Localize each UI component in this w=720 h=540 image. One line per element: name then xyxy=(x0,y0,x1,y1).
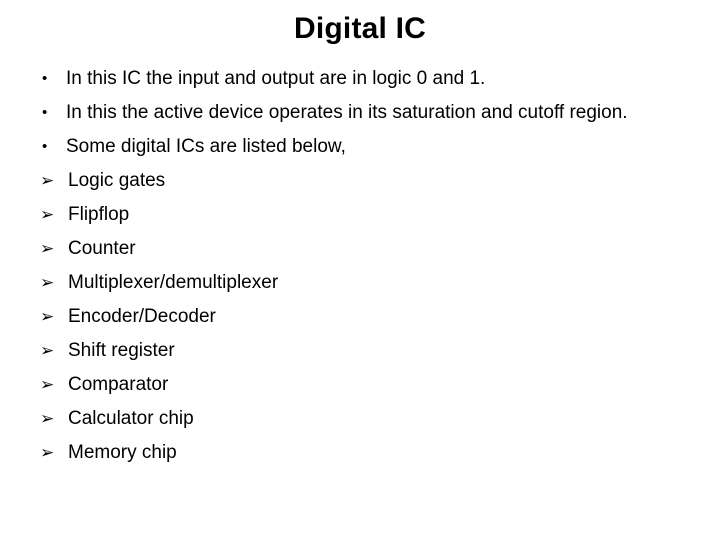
list-item: • In this IC the input and output are in … xyxy=(0,62,720,96)
bullet-dot-icon: • xyxy=(42,70,48,87)
arrowhead-bullet-icon: ➢ xyxy=(40,239,55,258)
list-item-label: Some digital ICs are listed below, xyxy=(66,136,346,157)
list-item-label: Logic gates xyxy=(68,170,166,191)
list-item: ➢ Logic gates xyxy=(0,164,720,198)
arrowhead-bullet-icon: ➢ xyxy=(40,375,55,394)
list-item: ➢ Comparator xyxy=(0,368,720,402)
arrowhead-bullet-icon: ➢ xyxy=(40,443,55,462)
list-item: ➢ Calculator chip xyxy=(0,402,720,436)
content-list: • In this IC the input and output are in … xyxy=(0,62,720,470)
arrowhead-bullet-icon: ➢ xyxy=(40,307,55,326)
bullet-dot-icon: • xyxy=(42,138,48,155)
list-item: ➢ Memory chip xyxy=(0,436,720,470)
list-item-label: Counter xyxy=(68,238,136,259)
page-title: Digital IC xyxy=(293,12,426,45)
list-item: ➢ Flipflop xyxy=(0,198,720,232)
bullet-dot-icon: • xyxy=(42,104,48,121)
arrowhead-bullet-icon: ➢ xyxy=(40,205,55,224)
list-item: ➢ Shift register xyxy=(0,334,720,368)
list-item-label: Shift register xyxy=(68,340,175,361)
list-item-label: Encoder/Decoder xyxy=(68,306,216,327)
list-item-label: Comparator xyxy=(68,374,169,395)
list-item: ➢ Encoder/Decoder xyxy=(0,300,720,334)
list-item: • In this the active device operates in i… xyxy=(0,96,720,130)
list-item: ➢ Multiplexer/demultiplexer xyxy=(0,266,720,300)
list-item-label: In this the active device operates in it… xyxy=(66,102,628,123)
list-item-label: Multiplexer/demultiplexer xyxy=(68,272,279,293)
list-item-label: Memory chip xyxy=(68,442,177,463)
slide-canvas: Digital IC • In this IC the input and out… xyxy=(0,0,720,540)
list-item: • Some digital ICs are listed below, xyxy=(0,130,720,164)
list-item: ➢ Counter xyxy=(0,232,720,266)
list-item-label: In this IC the input and output are in l… xyxy=(66,68,486,89)
list-item-label: Flipflop xyxy=(68,204,130,225)
arrowhead-bullet-icon: ➢ xyxy=(40,341,55,360)
arrowhead-bullet-icon: ➢ xyxy=(40,171,55,190)
list-item-label: Calculator chip xyxy=(68,408,194,429)
arrowhead-bullet-icon: ➢ xyxy=(40,409,55,428)
arrowhead-bullet-icon: ➢ xyxy=(40,273,55,292)
